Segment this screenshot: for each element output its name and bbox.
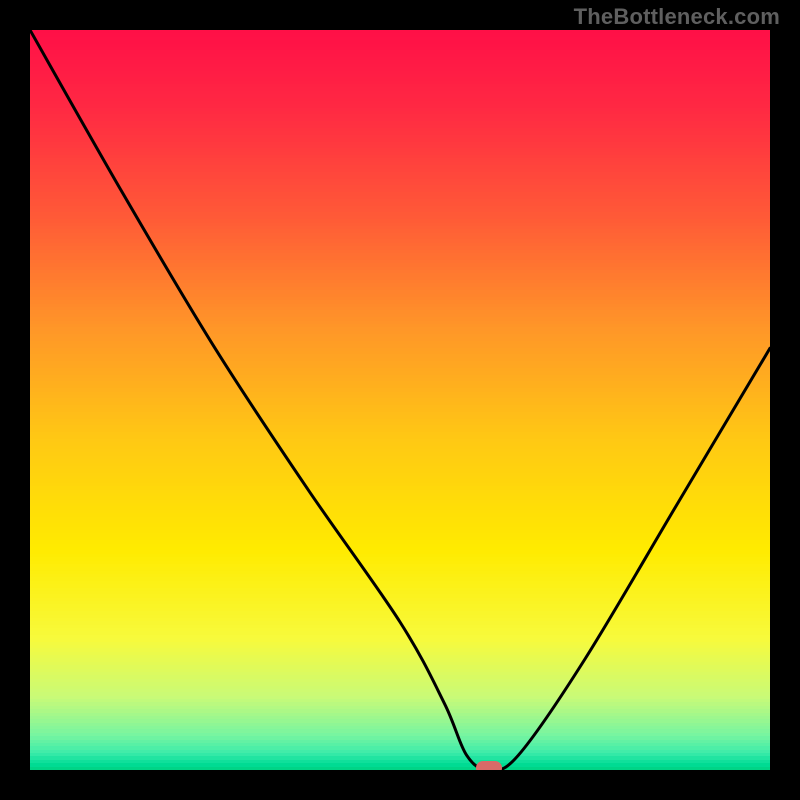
bottleneck-curve — [30, 30, 770, 770]
optimal-marker — [476, 761, 502, 770]
chart-frame: TheBottleneck.com — [0, 0, 800, 800]
plot-area — [30, 30, 770, 770]
watermark-text: TheBottleneck.com — [574, 4, 780, 30]
curve-path — [30, 30, 770, 770]
